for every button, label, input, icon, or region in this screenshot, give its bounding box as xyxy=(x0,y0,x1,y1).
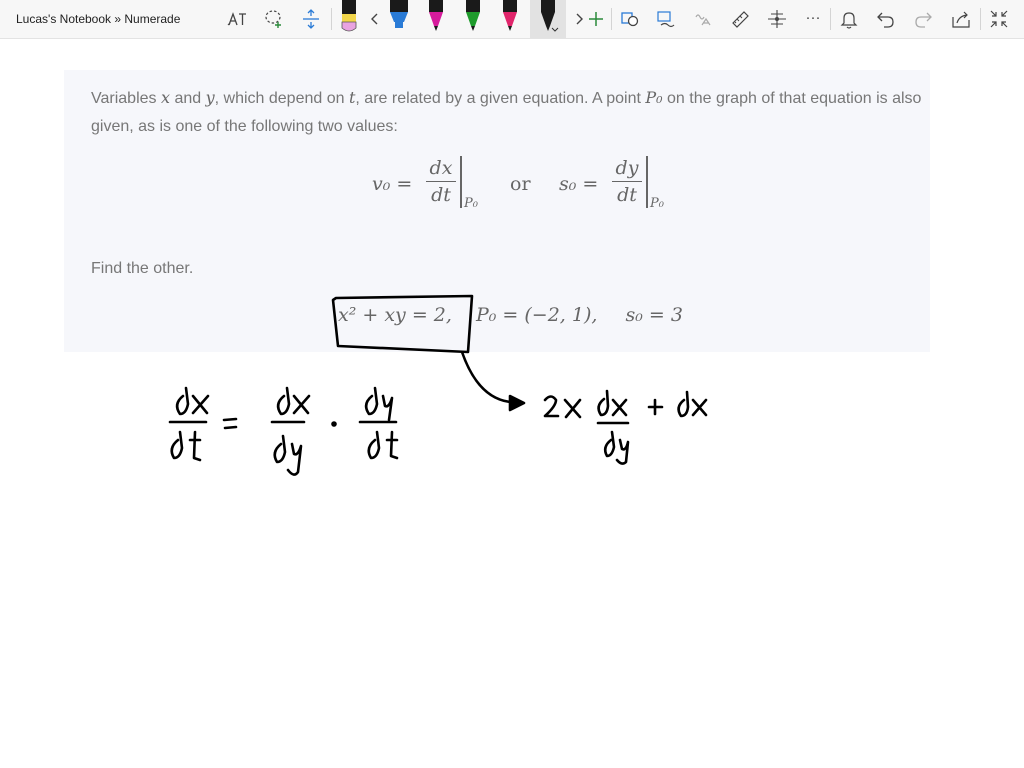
add-space-icon[interactable] xyxy=(300,8,322,30)
v0-lhs: v₀ = xyxy=(372,173,413,195)
pen-green[interactable] xyxy=(462,0,484,36)
replay-icon[interactable] xyxy=(766,8,788,30)
equation: x² + xy = 2, xyxy=(338,304,452,326)
find-text: Find the other. xyxy=(91,260,194,277)
s0-lhs: s₀ = xyxy=(559,173,599,195)
given-equation-line: x² + xy = 2, P₀ = (−2, 1), s₀ = 3 xyxy=(338,304,683,326)
ink-dy-bottom xyxy=(273,434,303,476)
ink-dx-end xyxy=(677,390,708,418)
pen-black-active[interactable] xyxy=(537,0,559,36)
ink-dx-top-3 xyxy=(597,389,628,417)
intro-text-2: and xyxy=(170,90,206,107)
s0-denominator: dt xyxy=(617,184,637,206)
bell-icon[interactable] xyxy=(838,8,860,30)
share-icon[interactable] xyxy=(950,8,972,30)
ink-dy-top xyxy=(364,386,394,422)
s0-fraction: dy dt xyxy=(612,157,642,208)
ink-dx-top xyxy=(175,386,210,416)
s0-numerator: dy xyxy=(615,157,639,179)
intro-text-4: , are related by a given equation. A poi… xyxy=(355,90,646,107)
ink-to-shape-icon[interactable] xyxy=(619,8,641,30)
add-pen-icon[interactable] xyxy=(585,8,607,30)
intro-text-1: Variables xyxy=(91,90,161,107)
problem-card: Variables x and y, which depend on t, ar… xyxy=(64,70,930,352)
undo-icon[interactable] xyxy=(875,8,897,30)
point-p0: P₀ = (−2, 1), xyxy=(475,304,598,326)
ink-equals xyxy=(222,417,238,430)
ink-to-text-icon[interactable] xyxy=(655,8,677,30)
v0-numerator: dx xyxy=(429,157,453,179)
ink-x xyxy=(563,398,582,419)
pen-black[interactable] xyxy=(338,0,360,36)
lasso-select-icon[interactable] xyxy=(263,8,285,30)
ink-arrowhead xyxy=(508,394,526,412)
s0-eval-bar xyxy=(646,156,648,208)
s0-eval-point: P₀ xyxy=(650,196,664,211)
ink-arrow-stroke xyxy=(460,350,512,404)
given-s0: s₀ = 3 xyxy=(625,304,683,326)
more-icon[interactable]: ··· xyxy=(802,7,824,29)
fullscreen-icon[interactable] xyxy=(988,8,1010,30)
ink-two xyxy=(543,395,560,418)
ruler-icon[interactable] xyxy=(729,8,751,30)
pen-pink[interactable] xyxy=(499,0,521,36)
ink-dot xyxy=(331,421,337,427)
problem-intro: Variables x and y, which depend on t, ar… xyxy=(91,84,931,141)
v0-denominator: dt xyxy=(431,184,451,206)
redo-icon[interactable] xyxy=(912,8,934,30)
intro-text-3: , which depend on xyxy=(214,90,349,107)
variable-x: x xyxy=(160,88,170,107)
pen-magenta[interactable] xyxy=(425,0,447,36)
app-title: Lucas's Notebook » Numerade xyxy=(16,12,181,26)
toolbar: Lucas's Notebook » Numerade ··· xyxy=(0,0,1024,39)
or-text: or xyxy=(510,173,531,195)
ink-to-math-icon[interactable] xyxy=(692,8,714,30)
type-text-icon[interactable] xyxy=(226,8,248,30)
v0-eval-bar xyxy=(460,156,462,208)
scroll-left-icon[interactable] xyxy=(364,8,378,30)
variable-p0: P₀ xyxy=(645,88,663,107)
variable-y: y xyxy=(205,88,215,107)
ink-dx-top-2 xyxy=(276,386,311,416)
scroll-right-icon[interactable] xyxy=(568,8,583,30)
ink-dt-bottom-2 xyxy=(367,430,399,460)
ink-dy-bottom-2 xyxy=(603,430,630,465)
ink-plus xyxy=(647,398,664,416)
ink-dt-bottom xyxy=(170,430,202,462)
v0-eval-point: P₀ xyxy=(464,196,478,211)
highlighter-blue[interactable] xyxy=(388,0,410,36)
v0-fraction: dx dt xyxy=(426,157,456,208)
